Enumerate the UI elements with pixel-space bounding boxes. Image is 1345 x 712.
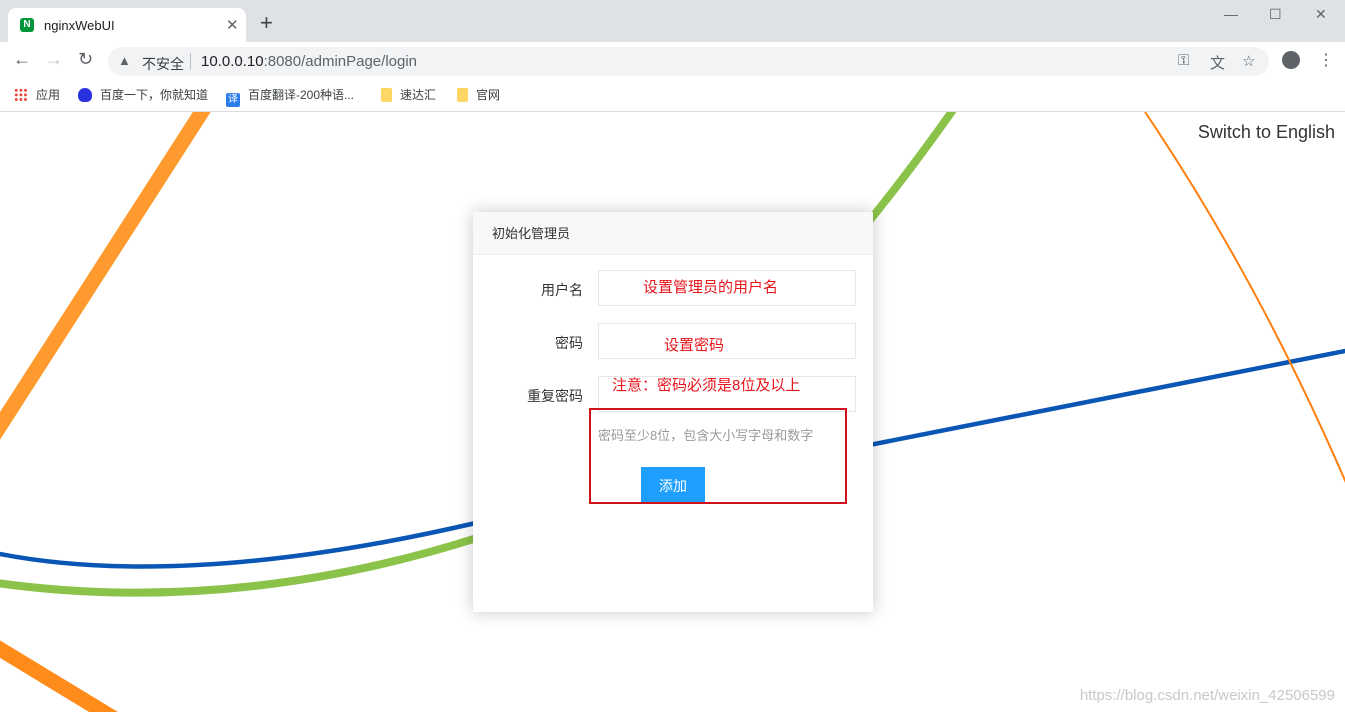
repeat-password-label: 重复密码 [527,388,583,404]
reload-icon[interactable]: ↻ [78,50,93,68]
minimize-icon[interactable]: — [1224,6,1238,22]
annotation-password: 设置密码 [664,337,725,354]
bookmark-baidu[interactable]: 百度一下，你就知道 [78,86,208,103]
bookmark-fanyi[interactable]: 译百度翻译-200种语... [226,86,354,107]
folder-icon [457,88,468,102]
bookmark-suda[interactable]: 速达汇 [381,86,436,103]
page-content: Switch to English 初始化管理员 用户名 密码 重复密码 密码至… [0,112,1345,712]
annotation-highlight-box [589,408,847,504]
star-icon[interactable]: ☆ [1242,52,1255,70]
browser-toolbar: ← → ↻ ▲ 不安全 10.0.0.10:8080/adminPage/log… [0,42,1345,78]
password-input[interactable] [598,323,856,359]
new-tab-icon[interactable]: + [260,12,273,34]
browser-tab[interactable]: N nginxWebUI ✕ [8,8,246,42]
orange-line-bottom [0,640,118,712]
password-label: 密码 [555,335,583,351]
divider [190,53,191,70]
forward-icon[interactable]: → [45,50,63,68]
thin-orange-line [1144,112,1345,483]
baidu-icon [78,88,92,102]
address-bar[interactable]: ▲ 不安全 10.0.0.10:8080/adminPage/login ⚿ 文… [108,47,1269,76]
username-label: 用户名 [541,282,583,298]
key-icon[interactable]: ⚿ [1178,52,1189,69]
translate-icon[interactable]: 文 [1210,52,1225,73]
tab-strip: N nginxWebUI ✕ + — ☐ ✕ [0,0,1345,42]
annotation-username: 设置管理员的用户名 [643,279,779,296]
bookmark-official[interactable]: 官网 [457,86,500,103]
dialog-title: 初始化管理员 [473,212,873,255]
watermark: https://blog.csdn.net/weixin_42506599 [1079,687,1335,704]
folder-icon [381,88,392,102]
switch-language-link[interactable]: Switch to English [1198,122,1335,143]
bookmark-apps[interactable]: 应用 [14,86,60,103]
warning-icon[interactable]: ▲ [118,53,131,68]
apps-icon [14,88,28,102]
window-close-icon[interactable]: ✕ [1315,6,1327,23]
maximize-icon[interactable]: ☐ [1269,6,1282,23]
security-label[interactable]: 不安全 [142,54,184,74]
bookmarks-bar: 应用 百度一下，你就知道 译百度翻译-200种语... 速达汇 官网 [0,78,1345,112]
annotation-note: 注意：密码必须是8位及以上 [612,377,801,394]
url-text[interactable]: 10.0.0.10:8080/adminPage/login [201,53,417,70]
tab-title: nginxWebUI [44,18,115,33]
orange-line-left [0,112,211,440]
tab-close-icon[interactable]: ✕ [226,16,239,34]
back-icon[interactable]: ← [13,50,31,68]
more-menu-icon[interactable]: ⋮ [1318,50,1334,70]
fanyi-icon: 译 [226,93,240,107]
profile-avatar-icon[interactable] [1282,51,1300,69]
nginx-favicon-icon: N [20,18,34,32]
